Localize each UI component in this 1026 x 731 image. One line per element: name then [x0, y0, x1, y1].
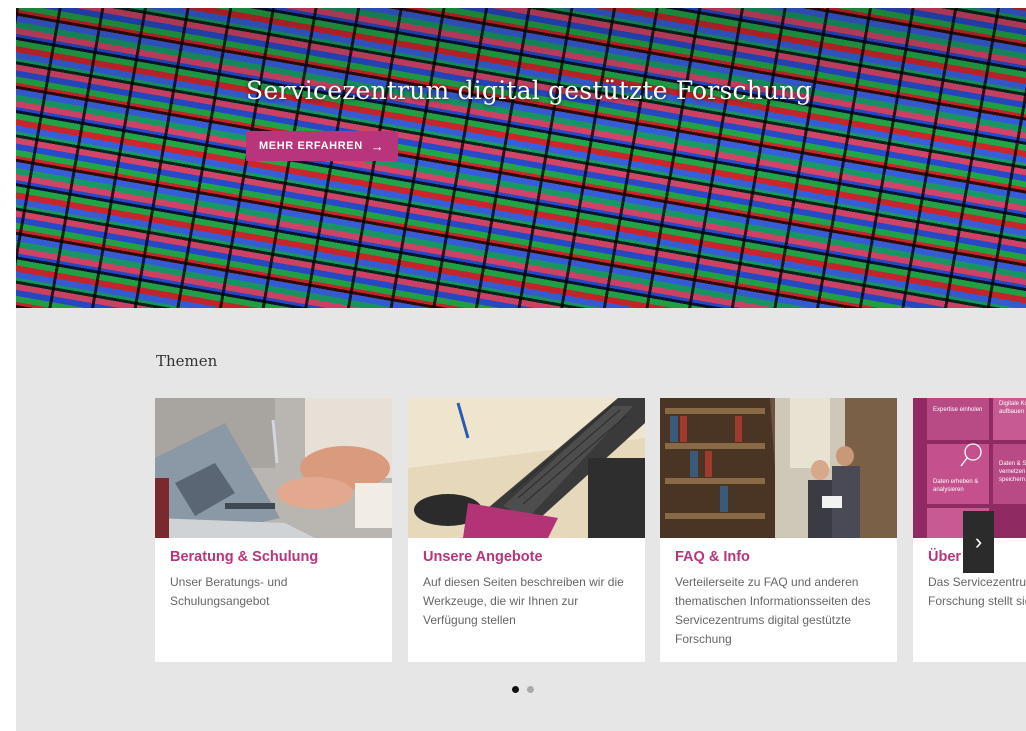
library-photo: [660, 398, 897, 538]
card-text: Verteilerseite zu FAQ und anderen themat…: [675, 575, 871, 646]
hero-banner: Servicezentrum digital gestützte Forschu…: [16, 8, 1026, 308]
tile-label: Digitale Kompetenz aufbauen: [999, 401, 1026, 415]
card-title: FAQ & Info: [675, 549, 750, 565]
carousel-next-button[interactable]: ›: [963, 511, 994, 573]
arrow-right-icon: →: [370, 138, 385, 154]
mehr-erfahren-label: MEHR ERFAHREN: [259, 140, 363, 152]
card-title: Unsere Angebote: [423, 549, 543, 565]
hero-title: Servicezentrum digital gestützte Forschu…: [246, 76, 812, 105]
card-faq-info[interactable]: FAQ & Info Verteilerseite zu FAQ und and…: [660, 398, 897, 662]
carousel-dot-1[interactable]: [512, 686, 519, 693]
card-carousel: Beratung & Schulung Unser Beratungs- und…: [155, 398, 1026, 663]
card-title: Beratung & Schulung: [170, 549, 319, 565]
keyboard-mouse-photo: [408, 398, 645, 538]
carousel-dot-2[interactable]: [527, 686, 534, 693]
themen-section: Themen Beratung & Schulung Unser Beratun…: [16, 308, 1026, 731]
mehr-erfahren-button[interactable]: MEHR ERFAHREN →: [246, 131, 399, 161]
laptop-meeting-photo: [155, 398, 392, 538]
tile-label: Expertise einholen: [933, 407, 983, 413]
section-title: Themen: [156, 352, 218, 370]
card-text: Unser Beratungs- und Schulungsangebot: [170, 575, 288, 608]
tile-label: Daten & Software vernetzen & speichern: [999, 461, 1026, 483]
tile-label: Daten erheben & analysieren: [933, 479, 979, 493]
chevron-right-icon: ›: [974, 529, 983, 554]
card-unsere-angebote[interactable]: Unsere Angebote Auf diesen Seiten beschr…: [408, 398, 645, 662]
card-text: Das Servicezentrum digital gestützte For…: [928, 575, 1026, 608]
card-text: Auf diesen Seiten beschreiben wir die We…: [423, 575, 624, 627]
carousel-pagination: [512, 686, 534, 693]
card-beratung-schulung[interactable]: Beratung & Schulung Unser Beratungs- und…: [155, 398, 392, 662]
